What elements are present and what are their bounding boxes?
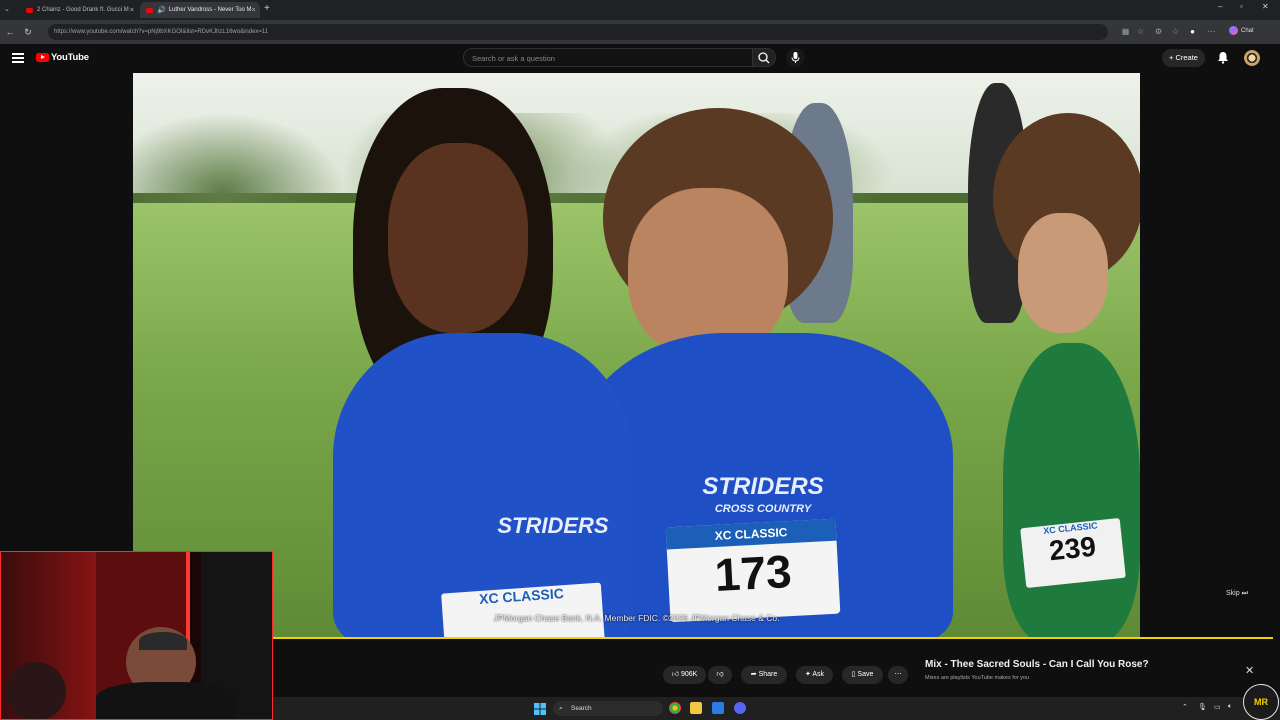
ad-progress-bar[interactable]	[273, 637, 1273, 639]
close-window-icon[interactable]: ✕	[1262, 2, 1269, 11]
search-input[interactable]: Search or ask a question	[463, 48, 753, 67]
app-taskbar-icon[interactable]	[712, 702, 724, 714]
minimize-icon[interactable]: –	[1218, 2, 1222, 11]
channel-watermark-logo: MR	[1243, 684, 1279, 720]
tab-title: Luther Vandross - Never Too M	[168, 7, 252, 13]
search-button[interactable]	[752, 48, 776, 67]
skip-label: Skip	[1226, 590, 1240, 597]
youtube-favicon-icon	[146, 7, 153, 13]
like-count: 906K	[680, 671, 698, 678]
more-actions-button[interactable]: ⋯	[888, 666, 908, 684]
save-button[interactable]: ▯ Save	[842, 666, 883, 684]
chrome-taskbar-icon[interactable]	[669, 702, 681, 714]
blue-jersey-left: STRIDERS XC CLASSIC	[333, 333, 633, 639]
more-horizontal-icon: ⋯	[894, 671, 902, 678]
jersey-team-name: STRIDERS	[702, 473, 824, 500]
dislike-button[interactable]: 👎︎	[708, 666, 732, 684]
back-icon[interactable]: ←	[2, 24, 18, 40]
windows-taskbar	[273, 697, 1280, 720]
voice-search-button[interactable]	[786, 48, 805, 67]
star-icon[interactable]: ☆	[1136, 27, 1145, 36]
like-button[interactable]: 👍︎ 906K	[663, 666, 706, 684]
chat-label: Chat	[1241, 27, 1254, 34]
share-icon: ➦	[750, 671, 759, 678]
windows-start-icon[interactable]	[534, 702, 546, 715]
browser-tab[interactable]: 2 Chainz - Good Drank ft. Gucci M ×	[20, 2, 140, 18]
favorites-icon[interactable]: ☆	[1171, 27, 1180, 36]
race-bib-239: XC CLASSIC 239	[1020, 517, 1126, 589]
more-icon[interactable]: ⋯	[1207, 27, 1216, 36]
race-bib-left: XC CLASSIC	[441, 582, 605, 639]
youtube-logo[interactable]: YouTube	[36, 52, 89, 63]
youtube-logo-text: YouTube	[51, 52, 89, 63]
skip-ad-button[interactable]: Skip ⏭	[1226, 590, 1248, 598]
taskbar-search-icon: ⌕	[559, 705, 563, 712]
streamer-cap	[139, 632, 187, 650]
create-button[interactable]: + Create	[1162, 49, 1205, 67]
menu-icon[interactable]	[12, 53, 24, 63]
race-bib-173: XC CLASSIC 173	[665, 518, 841, 623]
microphone-icon	[791, 52, 800, 63]
girl-face-right	[1018, 213, 1108, 333]
taskbar-search-label: Search	[571, 705, 592, 712]
girl-face-left	[388, 143, 528, 333]
youtube-play-icon	[36, 53, 49, 62]
bib-number: 173	[713, 545, 793, 601]
browser-tab-active[interactable]: 🔊 Luther Vandross - Never Too M ×	[140, 2, 260, 18]
video-player[interactable]: XC CLASSIC 239 STRIDERS CROSS COUNTRY XC…	[133, 73, 1140, 639]
file-explorer-icon[interactable]	[690, 702, 702, 714]
create-label: Create	[1175, 53, 1198, 62]
audio-playing-icon[interactable]: 🔊	[157, 6, 166, 14]
copilot-chat-button[interactable]: Chat	[1229, 26, 1254, 35]
maximize-icon[interactable]: ▫	[1240, 2, 1243, 11]
url-field[interactable]: https://www.youtube.com/watch?v=pNj9bXKG…	[48, 24, 1108, 40]
share-button[interactable]: ➦ Share	[741, 666, 787, 684]
save-label: Save	[857, 671, 874, 678]
account-avatar[interactable]	[1244, 50, 1260, 66]
refresh-icon[interactable]: ↻	[20, 24, 36, 40]
youtube-favicon-icon	[26, 7, 33, 13]
discord-taskbar-icon[interactable]	[734, 702, 746, 714]
ask-button[interactable]: ✦ Ask	[796, 666, 833, 684]
thumbs-up-icon: 👍︎	[671, 671, 681, 678]
network-tray-icon[interactable]: ▭	[1214, 703, 1221, 711]
volume-tray-icon[interactable]: 🔈︎	[1228, 703, 1232, 711]
search-icon	[758, 52, 770, 64]
tab-title: 2 Chainz - Good Drank ft. Gucci M	[37, 7, 129, 13]
new-tab-button[interactable]: +	[264, 3, 270, 14]
streamer-webcam-overlay	[0, 551, 273, 720]
profile-icon[interactable]: ●	[1188, 27, 1197, 36]
share-label: Share	[758, 671, 778, 678]
taskbar-search[interactable]: ⌕ Search	[553, 701, 663, 716]
address-bar-row: ← ↻ https://www.youtube.com/watch?v=pNj9…	[0, 20, 1280, 44]
tab-list-icon[interactable]: ⌄	[4, 5, 10, 13]
notifications-bell-icon[interactable]	[1217, 51, 1229, 64]
ad-disclaimer-caption: JPMorgan Chase Bank, N.A. Member FDIC. ©…	[493, 613, 780, 623]
qr-icon[interactable]: ▦	[1121, 27, 1130, 36]
ask-label: Ask	[812, 671, 825, 678]
mix-playlist-title[interactable]: Mix - Thee Sacred Souls - Can I Call You…	[925, 659, 1149, 670]
close-tab-icon[interactable]: ×	[252, 7, 256, 14]
webcam-chair	[6, 662, 66, 719]
browser-tab-bar: ⌄ 2 Chainz - Good Drank ft. Gucci M × 🔊 …	[0, 0, 1280, 20]
green-jersey: XC CLASSIC 239	[1003, 343, 1140, 639]
jersey-subtitle: CROSS COUNTRY	[714, 503, 812, 515]
microphone-tray-icon[interactable]: 🎙︎	[1198, 703, 1207, 711]
skip-next-icon: ⏭	[1241, 590, 1248, 597]
streamer-shirt	[96, 682, 236, 719]
jersey-team-name: STRIDERS	[497, 513, 609, 538]
bib-event: XC CLASSIC	[478, 585, 565, 607]
close-mix-icon[interactable]: ✕	[1245, 664, 1254, 677]
extensions-icon[interactable]: ⚙	[1154, 27, 1163, 36]
mix-playlist-subtitle: Mixes are playlists YouTube makes for yo…	[925, 675, 1030, 681]
copilot-icon	[1229, 26, 1238, 35]
close-tab-icon[interactable]: ×	[130, 7, 134, 14]
tray-chevron-icon[interactable]: ⌃	[1182, 703, 1188, 711]
thumbs-down-icon: 👎︎	[716, 671, 724, 678]
